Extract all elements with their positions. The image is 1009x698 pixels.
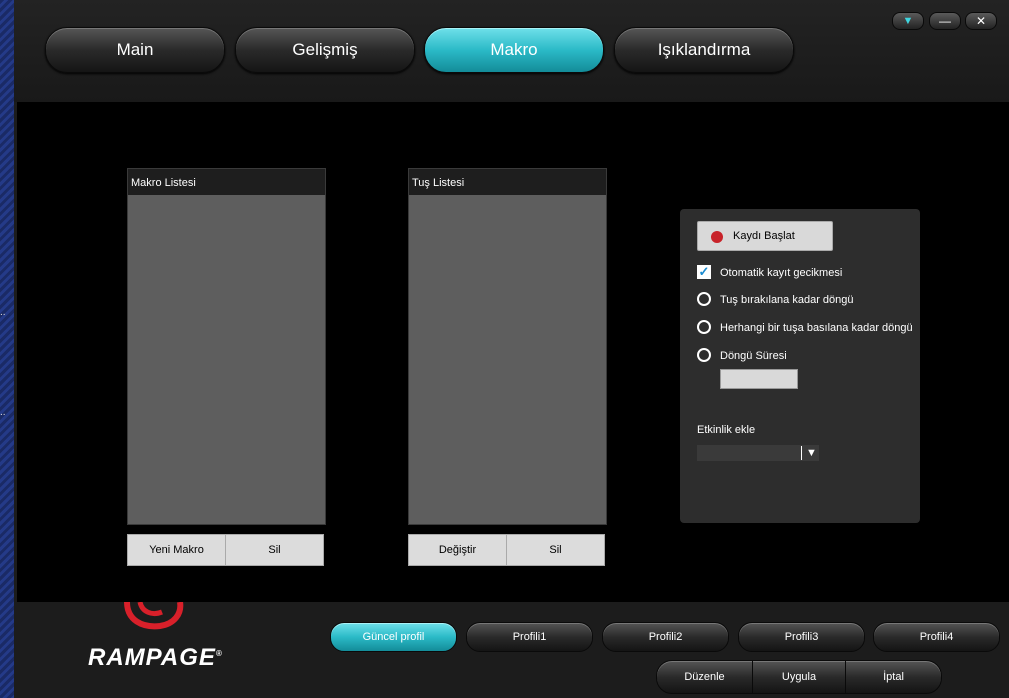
macro-list-buttons: Yeni Makro Sil <box>127 534 324 566</box>
key-list-panel[interactable]: Tuş Listesi <box>408 168 607 525</box>
tab-advanced[interactable]: Gelişmiş <box>235 27 415 73</box>
auto-delay-label: Otomatik kayıt gecikmesi <box>720 267 843 279</box>
triangle-down-icon[interactable]: ▼ <box>892 12 924 30</box>
loop-duration-input[interactable] <box>720 369 798 389</box>
loop-until-release-label: Tuş bırakılana kadar döngü <box>720 294 854 306</box>
recording-options-panel: Kaydı Başlat ✓ Otomatik kayıt gecikmesi … <box>680 209 920 523</box>
tab-macro[interactable]: Makro <box>424 27 604 73</box>
bottom-bar: RAMPAGE® Güncel profil Profili1 Profili2… <box>14 602 1009 698</box>
delete-macro-button[interactable]: Sil <box>225 535 323 565</box>
edit-button[interactable]: Düzenle <box>656 660 753 694</box>
delete-key-button[interactable]: Sil <box>506 535 604 565</box>
profile-1-button[interactable]: Profili1 <box>466 622 593 652</box>
macro-list-header: Makro Listesi <box>128 169 325 195</box>
add-event-dropdown[interactable]: ▼ <box>697 445 819 461</box>
cancel-button[interactable]: İptal <box>845 660 942 694</box>
apply-button[interactable]: Uygula <box>752 660 846 694</box>
profile-4-button[interactable]: Profili4 <box>873 622 1000 652</box>
record-icon <box>711 231 723 243</box>
change-key-button[interactable]: Değiştir <box>409 535 506 565</box>
start-recording-label: Kaydı Başlat <box>733 230 795 242</box>
macro-page: Makro Listesi Yeni Makro Sil Tuş Listesi… <box>17 102 1009 602</box>
top-bar: Main Gelişmiş Makro Işıklandırma ▼ — ✕ <box>14 0 1009 102</box>
new-macro-button[interactable]: Yeni Makro <box>128 535 225 565</box>
start-recording-button[interactable]: Kaydı Başlat <box>697 221 833 251</box>
app-window: Main Gelişmiş Makro Işıklandırma ▼ — ✕ M… <box>14 0 1009 698</box>
profile-2-button[interactable]: Profili2 <box>602 622 729 652</box>
key-list-buttons: Değiştir Sil <box>408 534 605 566</box>
dropdown-divider <box>801 446 802 460</box>
add-event-label: Etkinlik ekle <box>697 424 756 436</box>
desktop-background <box>0 0 14 698</box>
loop-until-keypress-radio[interactable] <box>697 320 711 334</box>
close-icon[interactable]: ✕ <box>965 12 997 30</box>
loop-duration-radio[interactable] <box>697 348 711 362</box>
profile-current-button[interactable]: Güncel profil <box>330 622 457 652</box>
profile-3-button[interactable]: Profili3 <box>738 622 865 652</box>
tab-main[interactable]: Main <box>45 27 225 73</box>
desktop-icon-fragment: .. <box>0 407 6 418</box>
chevron-down-icon: ▼ <box>806 447 817 459</box>
macro-list-panel[interactable]: Makro Listesi <box>127 168 326 525</box>
auto-delay-checkbox[interactable]: ✓ <box>697 265 711 279</box>
loop-until-release-radio[interactable] <box>697 292 711 306</box>
brand-logo: RAMPAGE® <box>88 644 223 671</box>
rampage-swirl-logo-icon <box>124 602 184 630</box>
loop-until-keypress-label: Herhangi bir tuşa basılana kadar döngü <box>720 322 913 334</box>
tab-lighting[interactable]: Işıklandırma <box>614 27 794 73</box>
desktop-icon-fragment: .. <box>0 307 6 318</box>
minimize-icon[interactable]: — <box>929 12 961 30</box>
key-list-header: Tuş Listesi <box>409 169 606 195</box>
loop-duration-label: Döngü Süresi <box>720 350 787 362</box>
